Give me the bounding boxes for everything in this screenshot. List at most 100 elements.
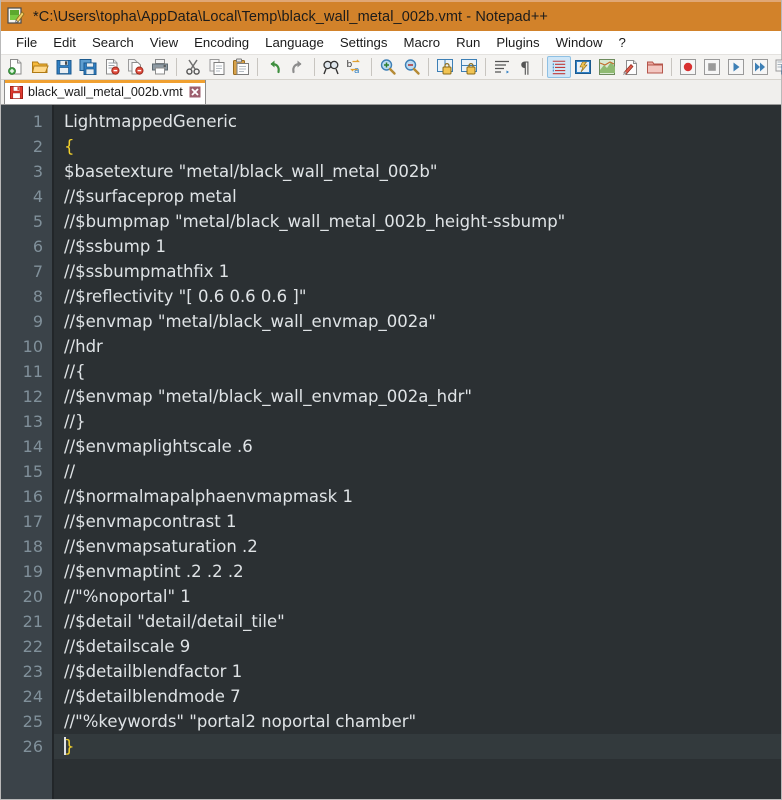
show-all-characters-icon[interactable]: ¶ (514, 56, 538, 78)
code-line: // (64, 462, 76, 481)
code-line: //$detail "detail/detail_tile" (64, 612, 285, 631)
new-file-icon[interactable] (4, 56, 28, 78)
line-number: 12 (22, 387, 43, 406)
line-number: 18 (22, 537, 43, 556)
line-number: 2 (32, 137, 43, 156)
toolbar: b a ¶ (1, 54, 782, 80)
menu-item-encoding[interactable]: Encoding (186, 31, 257, 54)
line-number: 19 (22, 562, 43, 581)
code-line: //$envmaplightscale .6 (64, 437, 253, 456)
code-line: //$envmap "metal/black_wall_envmap_002a" (64, 312, 436, 331)
line-number: 9 (32, 312, 43, 331)
line-number: 16 (22, 487, 43, 506)
folder-as-workspace-icon[interactable] (643, 56, 667, 78)
tab-bar: black_wall_metal_002b.vmt (1, 80, 781, 105)
code-line: //$bumpmap "metal/black_wall_metal_002b_… (64, 212, 566, 231)
window-title: *C:\Users\topha\AppData\Local\Temp\black… (33, 8, 548, 25)
sync-vertical-scroll-icon[interactable] (433, 56, 457, 78)
zoom-in-icon[interactable] (376, 56, 400, 78)
replace-icon[interactable]: b a (343, 56, 367, 78)
zoom-out-icon[interactable] (400, 56, 424, 78)
close-all-files-icon[interactable] (124, 56, 148, 78)
line-number: 21 (22, 612, 43, 631)
line-number: 24 (22, 687, 43, 706)
code-line-current: } (54, 734, 781, 759)
word-wrap-icon[interactable] (490, 56, 514, 78)
save-icon[interactable] (52, 56, 76, 78)
menu-item-edit[interactable]: Edit (45, 31, 84, 54)
print-icon[interactable] (148, 56, 172, 78)
tab-black-wall-metal-002b-vmt[interactable]: black_wall_metal_002b.vmt (4, 80, 206, 104)
title-bar: *C:\Users\topha\AppData\Local\Temp\black… (1, 0, 781, 31)
code-line: //$detailblendmode 7 (64, 687, 241, 706)
code-line: //$ssbumpmathfix 1 (64, 262, 230, 281)
code-line: //$detailblendfactor 1 (64, 662, 243, 681)
toolbar-separator (542, 58, 543, 76)
code-text[interactable]: LightmappedGeneric { $basetexture "metal… (54, 105, 781, 799)
menu-item-window[interactable]: Window (548, 31, 611, 54)
code-line: //$surfaceprop metal (64, 187, 237, 206)
menu-item-plugins[interactable]: Plugins (488, 31, 547, 54)
line-number: 5 (32, 212, 43, 231)
menu-item-view[interactable]: View (142, 31, 186, 54)
menu-item-file[interactable]: File (8, 31, 45, 54)
find-icon[interactable] (319, 56, 343, 78)
code-line: //$reflectivity "[ 0.6 0.6 0.6 ]" (64, 287, 307, 306)
menu-item-run[interactable]: Run (448, 31, 488, 54)
line-number: 11 (22, 362, 43, 381)
menu-item-language[interactable]: Language (257, 31, 332, 54)
document-map-icon[interactable] (595, 56, 619, 78)
toolbar-separator (371, 58, 372, 76)
menu-item-settings[interactable]: Settings (332, 31, 396, 54)
unsaved-document-icon (10, 85, 23, 99)
undo-icon[interactable] (262, 56, 286, 78)
macro-record-icon[interactable] (676, 56, 700, 78)
line-number: 10 (22, 337, 43, 356)
menu-item-macro[interactable]: Macro (395, 31, 448, 54)
menu-bar: File Edit Search View Encoding Language … (1, 31, 781, 54)
code-line: //} (64, 412, 86, 431)
code-line: //hdr (64, 337, 103, 356)
code-line: LightmappedGeneric (64, 112, 237, 131)
line-number: 6 (32, 237, 43, 256)
line-number: 8 (32, 287, 43, 306)
menu-item-help[interactable]: ? (611, 31, 634, 54)
cut-icon[interactable] (181, 56, 205, 78)
open-brace: { (64, 137, 75, 156)
code-line: //{ (64, 362, 86, 381)
notepad-plus-plus-icon (7, 6, 25, 25)
save-all-icon[interactable] (76, 56, 100, 78)
line-number: 7 (32, 262, 43, 281)
svg-text:a: a (354, 66, 360, 76)
line-number: 13 (22, 412, 43, 431)
notepad-plus-plus-window: *C:\Users\topha\AppData\Local\Temp\black… (0, 0, 782, 800)
function-list-icon[interactable] (619, 56, 643, 78)
line-number: 17 (22, 512, 43, 531)
code-line: //$ssbump 1 (64, 237, 167, 256)
menu-item-search[interactable]: Search (84, 31, 142, 54)
editor-area[interactable]: 1 2 3 4 5 6 7 8 9 10 11 12 13 14 15 16 1… (1, 105, 781, 799)
toolbar-separator (314, 58, 315, 76)
macro-stop-icon[interactable] (700, 56, 724, 78)
indent-guide-icon[interactable] (547, 56, 571, 78)
code-line: { (54, 134, 781, 159)
sync-horizontal-scroll-icon[interactable] (457, 56, 481, 78)
macro-play-icon[interactable] (724, 56, 748, 78)
close-tab-icon[interactable] (189, 86, 201, 98)
code-line: //$normalmapalphaenvmapmask 1 (64, 487, 353, 506)
toolbar-separator (485, 58, 486, 76)
open-file-icon[interactable] (28, 56, 52, 78)
code-line: $basetexture "metal/black_wall_metal_002… (64, 162, 438, 181)
line-number: 20 (22, 587, 43, 606)
macro-play-multiple-icon[interactable] (748, 56, 772, 78)
redo-icon[interactable] (286, 56, 310, 78)
svg-text:¶: ¶ (520, 58, 530, 76)
line-number: 4 (32, 187, 43, 206)
macro-save-icon[interactable] (772, 56, 782, 78)
paste-icon[interactable] (229, 56, 253, 78)
copy-icon[interactable] (205, 56, 229, 78)
line-number: 23 (22, 662, 43, 681)
close-file-icon[interactable] (100, 56, 124, 78)
user-defined-language-icon[interactable] (571, 56, 595, 78)
code-line: //$envmaptint .2 .2 .2 (64, 562, 244, 581)
